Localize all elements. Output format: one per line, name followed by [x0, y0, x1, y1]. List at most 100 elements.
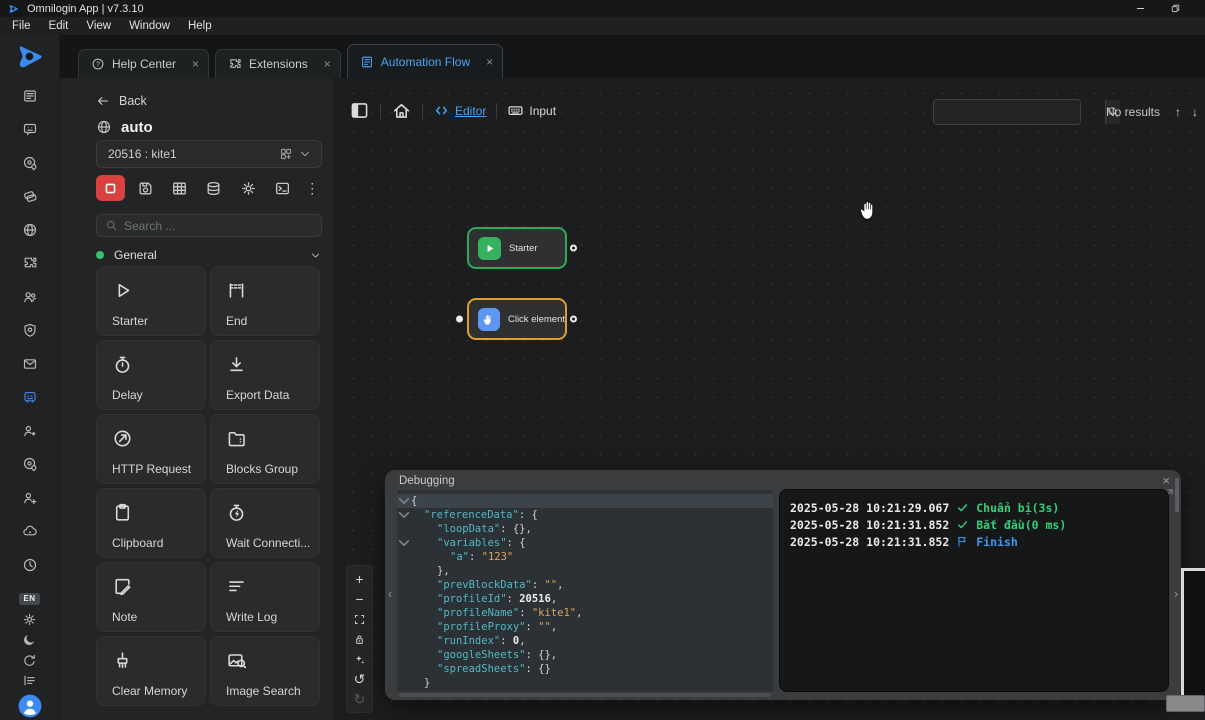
- redo-button[interactable]: ↻: [347, 689, 372, 709]
- block-clear-memory[interactable]: Clear Memory: [96, 636, 206, 706]
- tab-automation-flow[interactable]: Automation Flow×: [347, 44, 503, 78]
- globe-arrow-icon: [112, 428, 133, 449]
- stop-square-button[interactable]: [96, 175, 125, 201]
- chevron-down-icon[interactable]: [309, 249, 322, 262]
- debug-json-viewer[interactable]: {"referenceData": {"loopData": {},"varia…: [397, 490, 773, 692]
- menu-view[interactable]: View: [77, 20, 120, 32]
- tab-extensions[interactable]: Extensions×: [215, 49, 341, 78]
- profile-select[interactable]: 20516 : kite1: [96, 140, 322, 168]
- sidebar-item-moon[interactable]: [13, 630, 47, 651]
- block-note[interactable]: Note: [96, 562, 206, 632]
- menu-edit[interactable]: Edit: [40, 20, 78, 32]
- block-http-request[interactable]: HTTP Request: [96, 414, 206, 484]
- save-button[interactable]: [130, 175, 159, 201]
- sidebar-item-news[interactable]: [13, 79, 47, 113]
- sidebar-item-globe[interactable]: [13, 213, 47, 247]
- collapse-right-handle[interactable]: ›: [1172, 586, 1180, 601]
- menu-file[interactable]: File: [3, 20, 40, 32]
- gear-button[interactable]: [234, 175, 263, 201]
- brush-icon: [112, 650, 133, 671]
- menu-window[interactable]: Window: [120, 20, 179, 32]
- zoom-in-button[interactable]: +: [347, 569, 372, 589]
- block-label: Blocks Group: [226, 462, 311, 476]
- arrow-down-icon[interactable]: ↓: [1192, 105, 1198, 119]
- block-image-search[interactable]: Image Search: [210, 636, 320, 706]
- restore-icon[interactable]: [1170, 3, 1181, 14]
- zoom-out-button[interactable]: −: [347, 589, 372, 609]
- menu-help[interactable]: Help: [179, 20, 221, 32]
- home-icon[interactable]: [391, 100, 412, 121]
- tab-help-center[interactable]: ?Help Center×: [78, 49, 209, 78]
- language-badge[interactable]: EN: [13, 589, 47, 610]
- fit-view-button[interactable]: [347, 609, 372, 629]
- block-wait-connecti[interactable]: Wait Connecti...: [210, 488, 320, 558]
- minimap[interactable]: [1181, 568, 1205, 710]
- sidebar-item-list[interactable]: [13, 671, 47, 692]
- output-port[interactable]: [570, 316, 577, 323]
- database-button[interactable]: [199, 175, 228, 201]
- terminal-button[interactable]: [268, 175, 297, 201]
- back-button[interactable]: Back: [96, 92, 322, 110]
- kebab-menu-button[interactable]: ⋮: [302, 175, 322, 201]
- sidebar-item-chat[interactable]: [13, 113, 47, 147]
- sidebar-item-puzzle[interactable]: [13, 247, 47, 281]
- log-line: 2025-05-28 10:21:31.852Finish: [790, 533, 1158, 550]
- output-port[interactable]: [570, 245, 577, 252]
- input-port[interactable]: [456, 316, 463, 323]
- block-clipboard[interactable]: Clipboard: [96, 488, 206, 558]
- panel-search[interactable]: [96, 214, 322, 237]
- sidebar-item-cloud[interactable]: [13, 515, 47, 549]
- close-icon[interactable]: ×: [324, 58, 331, 70]
- block-label: Export Data: [226, 388, 311, 402]
- flow-canvas[interactable]: Editor Input: [335, 78, 1205, 720]
- layout-toggle-icon[interactable]: [349, 100, 370, 121]
- collapse-icon[interactable]: [397, 494, 411, 508]
- close-icon[interactable]: ×: [192, 58, 199, 70]
- json-content: "a": "123": [450, 550, 513, 564]
- panel-search-input[interactable]: [124, 219, 313, 233]
- close-icon[interactable]: ×: [1162, 473, 1170, 488]
- input-link[interactable]: Input: [507, 102, 556, 119]
- body: EN ?Help Center×Extensions×Automation Fl…: [0, 35, 1205, 720]
- sidebar-item-clock[interactable]: [13, 548, 47, 582]
- block-delay[interactable]: Delay: [96, 340, 206, 410]
- block-starter[interactable]: Starter: [96, 266, 206, 336]
- sidebar-item-shield[interactable]: [13, 314, 47, 348]
- arrow-up-icon[interactable]: ↑: [1175, 105, 1181, 119]
- json-horizontal-scrollbar[interactable]: [399, 693, 771, 697]
- minimize-icon[interactable]: [1135, 3, 1146, 14]
- block-blocks-group[interactable]: Blocks Group: [210, 414, 320, 484]
- collapse-icon[interactable]: [397, 508, 411, 522]
- sidebar-item-people[interactable]: [13, 280, 47, 314]
- block-export-data[interactable]: Export Data: [210, 340, 320, 410]
- table-button[interactable]: [165, 175, 194, 201]
- sidebar-item-automation[interactable]: [13, 381, 47, 415]
- sidebar-item-disc-pin[interactable]: [13, 146, 47, 180]
- editor-link[interactable]: Editor: [433, 102, 486, 119]
- collapse-left-handle[interactable]: ‹: [386, 586, 394, 601]
- auto-arrange-button[interactable]: [347, 649, 372, 669]
- node-click-element[interactable]: Click element: [467, 298, 567, 340]
- json-line: {: [397, 494, 773, 508]
- sidebar-item-people-plus[interactable]: [13, 481, 47, 515]
- database-icon: [205, 180, 222, 197]
- user-avatar[interactable]: [18, 694, 42, 718]
- json-content: "runIndex": 0,: [437, 634, 526, 648]
- sidebar-item-sync[interactable]: [13, 650, 47, 671]
- undo-button[interactable]: ↺: [347, 669, 372, 689]
- sidebar-item-disc-pin[interactable]: [13, 448, 47, 482]
- sidebar-item-tags[interactable]: [13, 180, 47, 214]
- menubar: FileEditViewWindowHelp: [0, 17, 1205, 35]
- block-end[interactable]: End: [210, 266, 320, 336]
- section-general[interactable]: General: [96, 248, 322, 262]
- sidebar-item-mail[interactable]: [13, 347, 47, 381]
- canvas-search-input[interactable]: [934, 100, 1105, 124]
- lock-button[interactable]: [347, 629, 372, 649]
- close-icon[interactable]: ×: [486, 56, 493, 68]
- collapse-icon[interactable]: [397, 536, 411, 550]
- json-vertical-scrollbar[interactable]: [1175, 478, 1179, 512]
- sidebar-item-people-star[interactable]: [13, 414, 47, 448]
- node-starter[interactable]: Starter: [467, 227, 567, 269]
- block-write-log[interactable]: Write Log: [210, 562, 320, 632]
- sidebar-item-gear[interactable]: [13, 609, 47, 630]
